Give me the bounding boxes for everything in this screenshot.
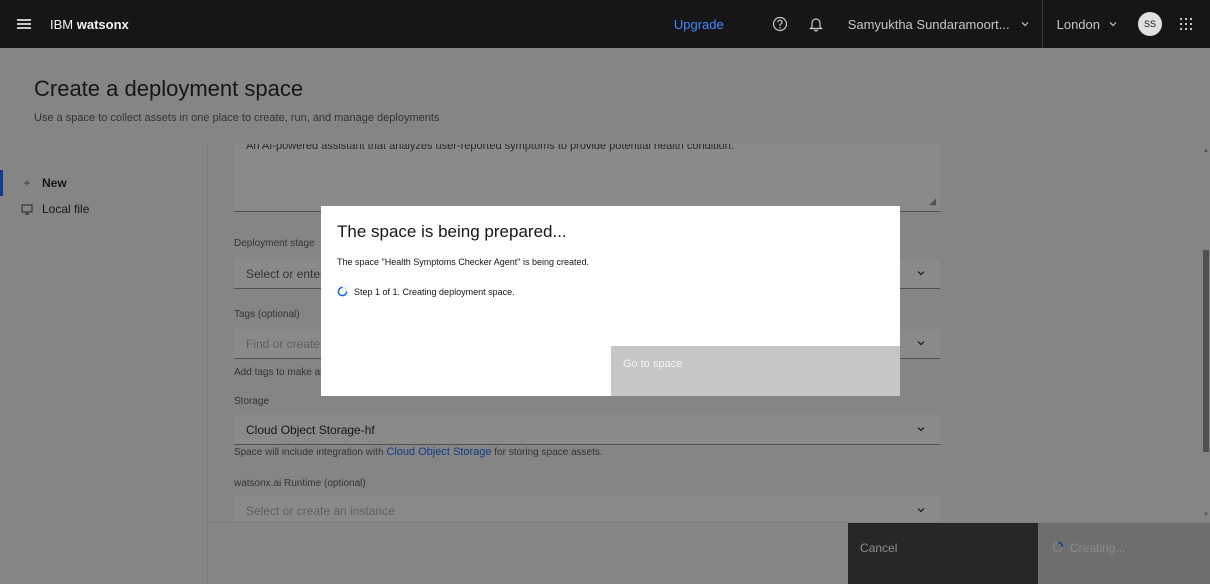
top-bar: IBM watsonx Upgrade Samyuktha Sundaramoo…: [0, 0, 1210, 48]
progress-modal: The space is being prepared... The space…: [321, 206, 900, 396]
brand[interactable]: IBM watsonx: [50, 17, 129, 32]
modal-step: Step 1 of 1. Creating deployment space.: [337, 286, 515, 297]
menu-icon[interactable]: [0, 0, 48, 48]
user-name: Samyuktha Sundaramoort...: [847, 16, 1010, 32]
upgrade-link[interactable]: Upgrade: [674, 17, 724, 32]
brand-prefix: IBM: [50, 16, 74, 32]
modal-text: The space "Health Symptoms Checker Agent…: [337, 257, 590, 267]
avatar[interactable]: SS: [1138, 12, 1162, 36]
user-menu[interactable]: Samyuktha Sundaramoort...: [848, 17, 1042, 32]
notification-icon[interactable]: [800, 0, 832, 48]
chevron-down-icon: [1109, 22, 1117, 27]
chevron-down-icon: [1021, 22, 1029, 27]
region-label: London: [1056, 16, 1100, 32]
modal-title: The space is being prepared...: [337, 222, 567, 241]
modal-footer-spacer: [321, 346, 611, 396]
help-icon[interactable]: [764, 0, 796, 48]
region-selector[interactable]: London: [1043, 17, 1132, 32]
app-switcher-icon[interactable]: [1162, 0, 1210, 48]
loading-spinner-icon: [337, 286, 348, 297]
go-to-space-button[interactable]: Go to space: [611, 346, 900, 396]
modal-step-text: Step 1 of 1. Creating deployment space.: [354, 286, 515, 297]
brand-name: watsonx: [76, 16, 129, 32]
